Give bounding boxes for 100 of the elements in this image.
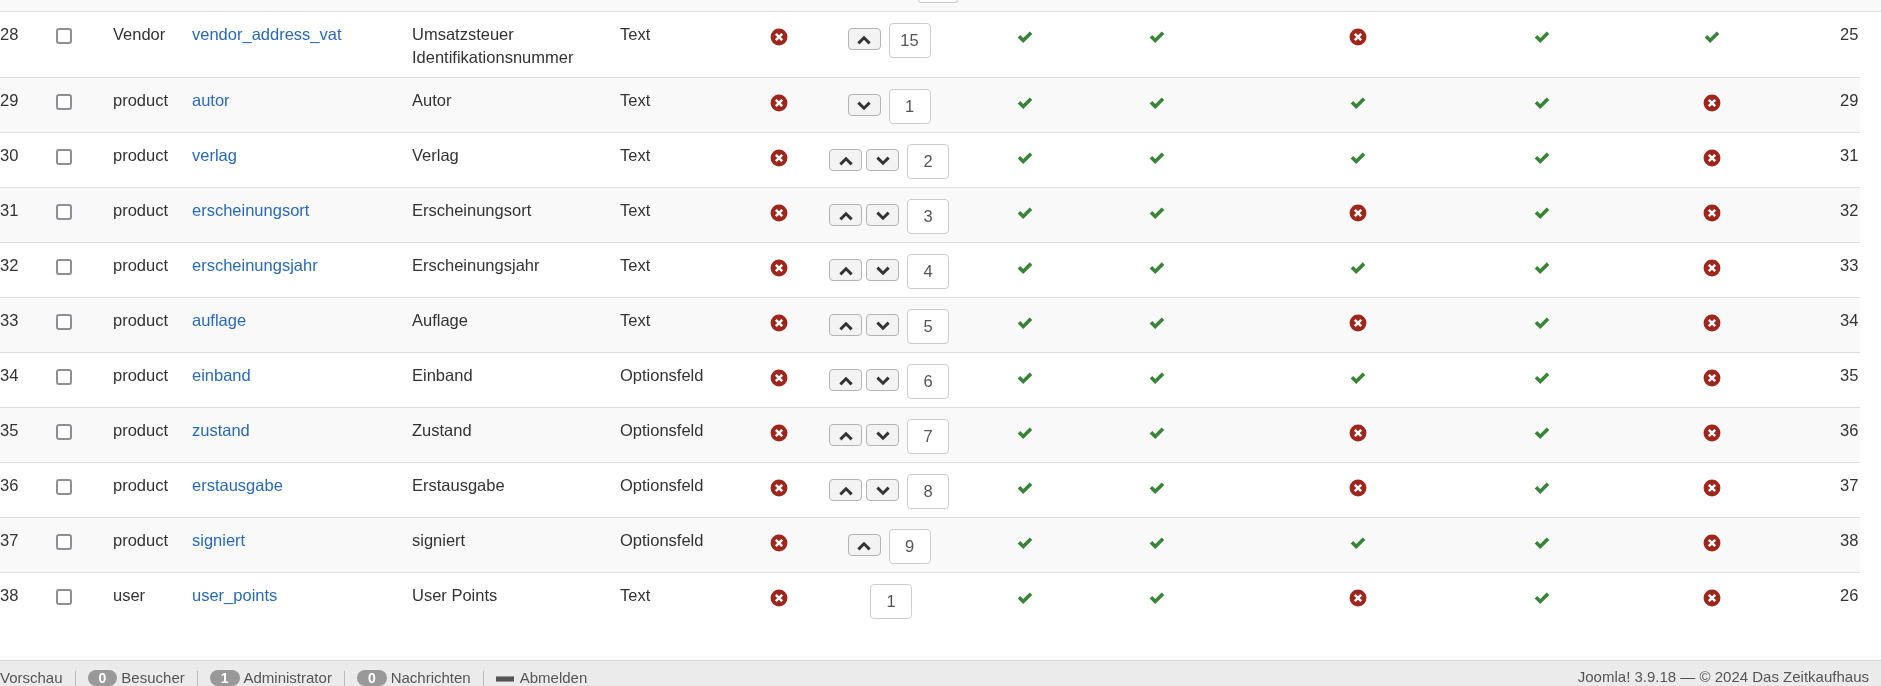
row-checkbox[interactable] [56,479,72,496]
field-name-link[interactable]: zustand [192,421,250,440]
row-value: 32 [1840,201,1859,220]
field-name-link[interactable]: signiert [192,531,246,550]
field-name-link[interactable]: autor [192,91,230,110]
count-badge: 0 [356,669,387,686]
move-up-button[interactable] [829,204,862,227]
status-link[interactable]: Besucher [121,669,185,686]
field-label-text: Einband [412,366,473,385]
copyright-text: Joomla! 3.9.18 — © 2024 Das Zeitkaufhaus [1577,668,1869,686]
preview-link[interactable]: Vorschau [0,669,63,686]
group-text: product [113,91,169,110]
row-checkbox[interactable] [56,424,72,441]
move-up-button[interactable] [829,314,862,337]
move-up-button[interactable] [829,259,862,282]
field-type-text: Optionsfeld [620,421,704,440]
row-value: 36 [1840,421,1859,440]
row-checkbox[interactable] [56,534,72,551]
status-link[interactable]: Administrator [243,669,332,686]
group-text: product [113,256,169,275]
row-checkbox[interactable] [56,314,72,331]
field-type-text: Text [620,25,651,43]
move-down-button[interactable] [847,94,881,117]
move-up-button[interactable] [829,424,862,447]
field-label-text: Autor [412,91,452,110]
row-value: 33 [1840,256,1859,275]
field-type-text: Optionsfeld [620,531,704,550]
field-name-link[interactable]: erstausgabe [192,476,283,495]
field-label-text: Verlag [412,146,459,165]
row-checkbox[interactable] [56,149,72,166]
field-name-link[interactable]: erscheinungsjahr [192,256,318,275]
ordering-field[interactable]: 1 [870,584,912,620]
group-text: Vendor [113,25,166,43]
field-type-text: Optionsfeld [620,366,704,385]
group-text: product [113,366,169,385]
field-name-link[interactable]: auflage [192,311,247,330]
status-link[interactable]: Nachrichten [390,669,471,686]
row-checkbox[interactable] [56,94,72,111]
row-checkbox[interactable] [56,28,72,44]
group-text: product [113,476,169,495]
move-down-button[interactable] [866,369,899,392]
row-value: 37 [1840,476,1859,495]
group-text: product [113,201,169,220]
field-type-text: Text [620,201,651,220]
row-number: 29 [0,91,19,110]
ordering-field[interactable]: 1 [888,89,931,125]
move-up-button[interactable] [829,479,862,502]
row-value: 38 [1840,531,1859,550]
ordering-field[interactable]: 15 [888,23,931,58]
move-up-button[interactable] [829,149,862,172]
row-checkbox[interactable] [56,369,72,386]
group-text: product [113,421,169,440]
field-type-text: Text [620,311,651,330]
move-up-button[interactable] [829,369,862,392]
move-down-button[interactable] [866,204,899,227]
field-label-text: Erscheinungsjahr [412,256,540,275]
row-checkbox[interactable] [56,204,72,221]
ordering-field[interactable]: 5 [907,309,949,345]
row-value: 34 [1840,311,1859,330]
field-name-link[interactable]: einband [192,366,251,385]
row-value: 29 [1840,91,1859,110]
field-name-link[interactable]: verlag [192,146,237,165]
move-down-button[interactable] [866,259,899,282]
move-down-button[interactable] [866,314,899,337]
group-text: product [113,531,169,550]
ordering-field[interactable]: 4 [907,254,949,290]
row-checkbox[interactable] [56,589,72,606]
ordering-field[interactable]: 6 [907,364,949,400]
field-label-text: Erscheinungsort [412,201,532,220]
field-label-text: User Points [412,586,498,605]
row-number: 31 [0,201,19,220]
move-down-button[interactable] [866,479,899,502]
ordering-field[interactable]: 9 [888,529,931,565]
row-number: 36 [0,476,19,495]
ordering-field[interactable]: 3 [907,199,949,235]
row-value: 25 [1840,25,1859,43]
move-up-button[interactable] [847,28,881,50]
field-label-text: Erstausgabe [412,476,505,495]
move-down-button[interactable] [866,149,899,172]
field-name-link[interactable]: erscheinungsort [192,201,310,220]
group-text: product [113,146,169,165]
move-down-button[interactable] [866,424,899,447]
ordering-field[interactable] [918,0,958,3]
count-badge: 0 [87,669,118,686]
field-name-link[interactable]: user_points [192,586,278,605]
field-type-text: Text [620,586,651,605]
row-number: 30 [0,146,19,165]
field-name-link[interactable]: vendor_address_vat [192,25,342,43]
row-value: 26 [1840,586,1859,605]
move-up-button[interactable] [847,534,881,557]
row-checkbox[interactable] [56,259,72,276]
status-link[interactable]: Abmelden [519,669,588,686]
field-label-text: signiert [412,531,466,550]
ordering-field[interactable]: 2 [907,144,949,180]
row-number: 37 [0,531,19,550]
row-number: 33 [0,311,19,330]
ordering-field[interactable]: 8 [907,474,949,510]
ordering-field[interactable]: 7 [907,419,949,455]
row-number: 28 [0,25,19,43]
row-value: 31 [1840,146,1859,165]
